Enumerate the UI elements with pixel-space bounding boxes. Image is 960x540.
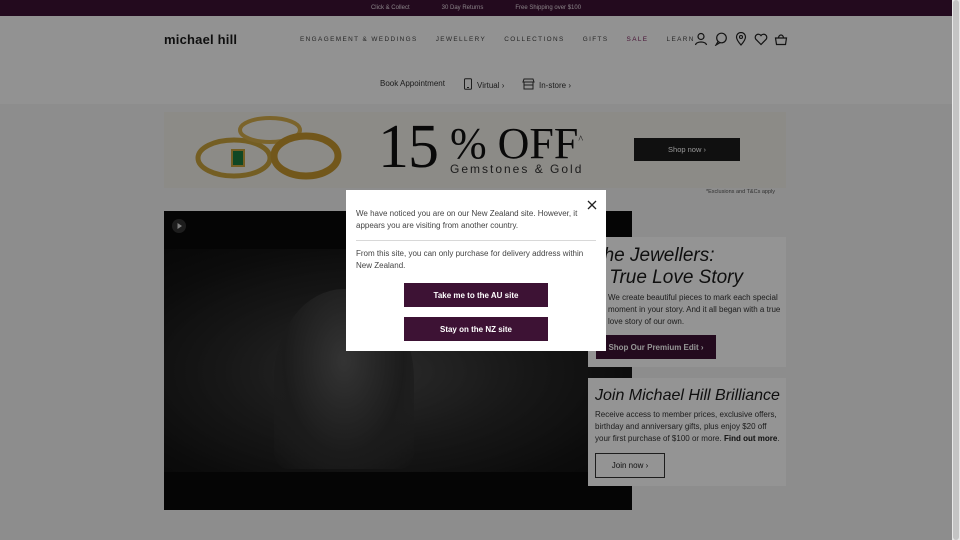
region-modal: We have noticed you are on our New Zeala… — [346, 190, 606, 351]
modal-divider — [356, 240, 596, 241]
delivery-notice-text: From this site, you can only purchase fo… — [356, 249, 584, 270]
go-to-au-site-button[interactable]: Take me to the AU site — [404, 283, 548, 307]
stay-on-nz-site-button[interactable]: Stay on the NZ site — [404, 317, 548, 341]
scrollbar-thumb[interactable] — [953, 0, 959, 540]
page-scrollbar[interactable] — [952, 0, 960, 540]
close-icon[interactable] — [586, 198, 598, 210]
region-notice-text: We have noticed you are on our New Zeala… — [356, 209, 578, 230]
